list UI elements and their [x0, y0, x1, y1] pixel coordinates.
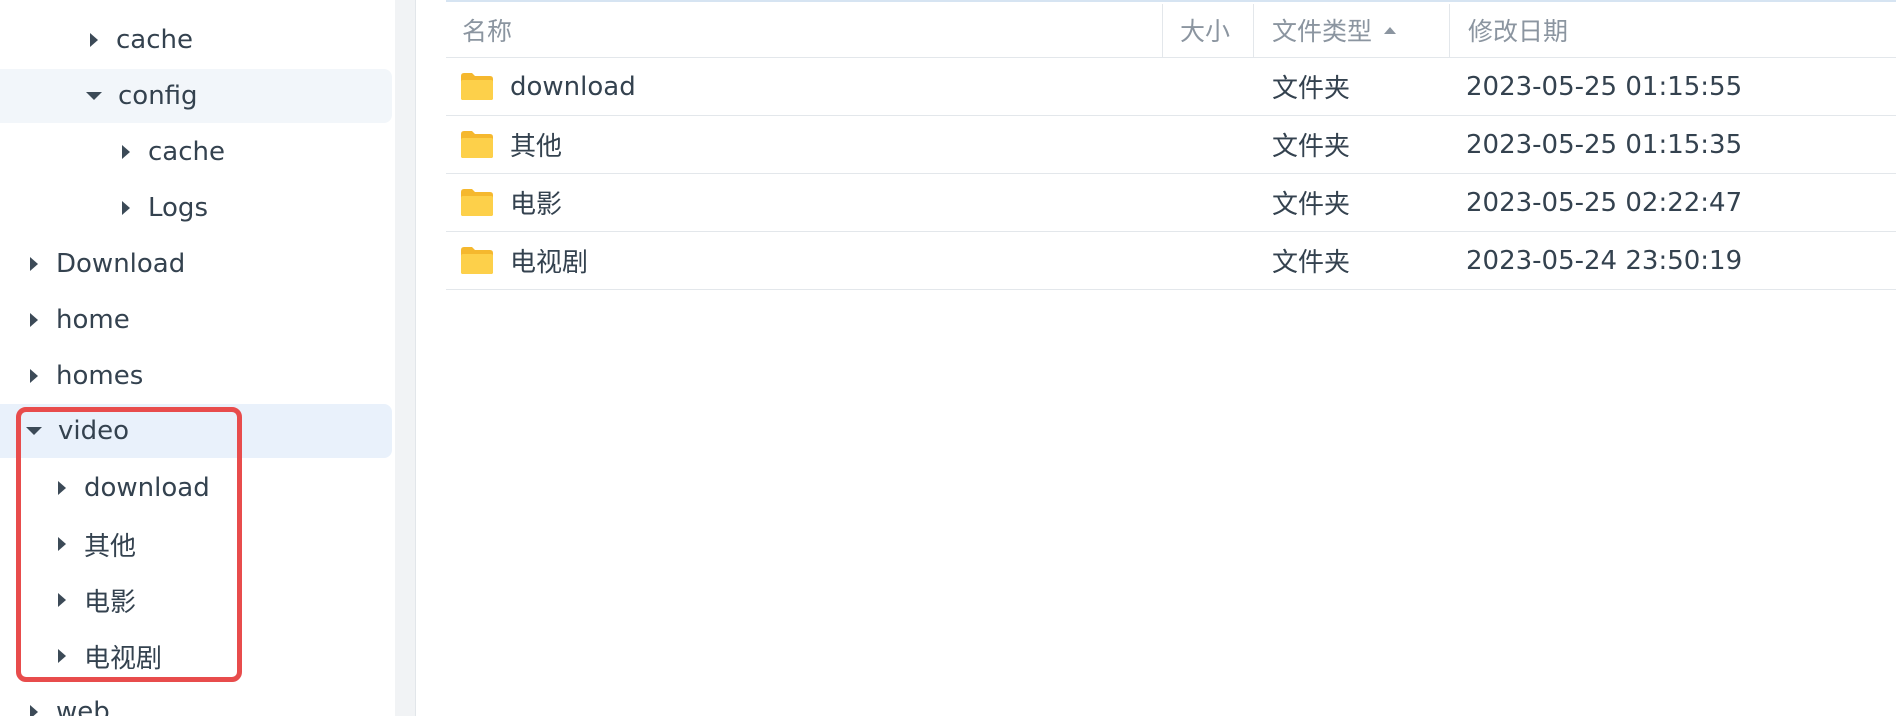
cell-modified: 2023-05-25 01:15:55 — [1466, 71, 1743, 102]
column-header-name[interactable]: 名称 — [462, 2, 512, 58]
table-row[interactable]: download 文件夹 2023-05-25 01:15:55 — [446, 58, 1896, 116]
cell-name: 电影 — [510, 190, 563, 220]
tree-item-download[interactable]: Download — [0, 237, 392, 291]
cell-modified: 2023-05-24 23:50:19 — [1466, 245, 1743, 276]
column-header-modified[interactable]: 修改日期 — [1468, 2, 1568, 58]
cell-modified: 2023-05-25 01:15:35 — [1466, 129, 1743, 160]
column-header-type[interactable]: 文件类型 — [1272, 2, 1397, 58]
tree-item-web[interactable]: web — [0, 685, 392, 716]
tree-item-homes[interactable]: homes — [0, 349, 392, 403]
cell-name: 其他 — [510, 132, 563, 162]
caret-right-icon[interactable] — [30, 257, 38, 271]
tree-item-label: homes — [56, 361, 144, 391]
caret-right-icon[interactable] — [30, 705, 38, 716]
folder-icon — [461, 131, 493, 158]
folder-icon — [461, 247, 493, 274]
cell-type: 文件夹 — [1272, 190, 1351, 220]
cell-type: 文件夹 — [1272, 248, 1351, 278]
cell-type: 文件夹 — [1272, 74, 1351, 104]
column-divider[interactable] — [1162, 4, 1163, 58]
table-row[interactable]: 电视剧 文件夹 2023-05-24 23:50:19 — [446, 232, 1896, 290]
tree-item-label: web — [56, 697, 110, 716]
caret-right-icon[interactable] — [30, 313, 38, 327]
cell-name: download — [510, 71, 636, 102]
annotation-highlight-box — [16, 407, 242, 682]
sidebar-resize-handle[interactable] — [395, 0, 416, 716]
tree-item-cache[interactable]: cache — [0, 13, 392, 67]
folder-tree-sidebar: cache config cache Logs Download home ho… — [0, 0, 395, 716]
caret-down-icon[interactable] — [86, 92, 102, 100]
caret-right-icon[interactable] — [122, 201, 130, 215]
folder-icon — [461, 189, 493, 216]
tree-item-home[interactable]: home — [0, 293, 392, 347]
tree-item-label: cache — [148, 137, 225, 167]
cell-type: 文件夹 — [1272, 132, 1351, 162]
tree-item-label: Logs — [148, 193, 208, 223]
caret-right-icon[interactable] — [30, 369, 38, 383]
column-header-size[interactable]: 大小 — [1180, 2, 1230, 58]
caret-right-icon[interactable] — [122, 145, 130, 159]
folder-icon — [461, 73, 493, 100]
tree-item-label: home — [56, 305, 130, 335]
tree-item-label: config — [118, 81, 198, 111]
column-divider[interactable] — [1449, 4, 1450, 58]
table-row[interactable]: 电影 文件夹 2023-05-25 02:22:47 — [446, 174, 1896, 232]
cell-name: 电视剧 — [510, 248, 589, 278]
cell-modified: 2023-05-25 02:22:47 — [1466, 187, 1743, 218]
tree-item-config[interactable]: config — [0, 69, 392, 123]
table-header: 名称 大小 文件类型 修改日期 — [446, 0, 1896, 58]
tree-item-label: cache — [116, 25, 193, 55]
column-divider[interactable] — [1253, 4, 1254, 58]
table-row[interactable]: 其他 文件夹 2023-05-25 01:15:35 — [446, 116, 1896, 174]
tree-item-logs[interactable]: Logs — [0, 181, 392, 235]
file-list-panel: 名称 大小 文件类型 修改日期 download 文件夹 2023-05-25 … — [416, 0, 1896, 716]
tree-item-config-cache[interactable]: cache — [0, 125, 392, 179]
caret-right-icon[interactable] — [90, 33, 98, 47]
tree-item-label: Download — [56, 249, 186, 279]
sort-ascending-icon — [1384, 26, 1397, 34]
